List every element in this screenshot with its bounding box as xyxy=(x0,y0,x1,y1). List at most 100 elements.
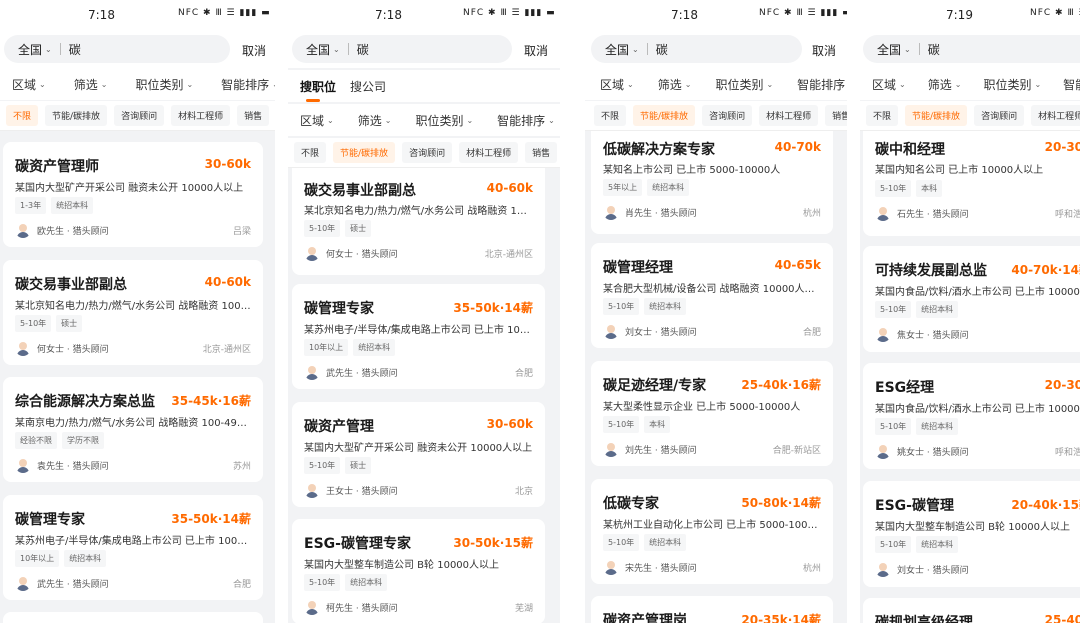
req-tag: 统招本科 xyxy=(647,179,690,196)
chevron-down-icon: ⌄ xyxy=(684,79,692,89)
job-card[interactable]: ESG经理 20-30k 某国内食品/饮料/酒水上市公司 已上市 10000人以… xyxy=(863,363,1080,469)
tag-unlimited[interactable]: 不限 xyxy=(6,105,39,126)
filter-screen[interactable]: 筛选 ⌄ xyxy=(358,112,392,129)
tag-unlimited[interactable]: 不限 xyxy=(594,105,627,126)
job-card[interactable]: 碳资产管理 30-60k 某国内大型矿产开采公司 融资未公开 10000人以上 … xyxy=(292,402,545,507)
company-info: 某南京电力/热力/燃气/水务公司 战略融资 100-499人 xyxy=(15,418,251,429)
req-tag: 5-10年 xyxy=(603,298,640,315)
tag-consultant[interactable]: 咨询顾问 xyxy=(974,105,1025,126)
job-card[interactable] xyxy=(3,612,263,623)
filter-screen[interactable]: 筛选 ⌄ xyxy=(74,76,108,93)
company-info: 某国内大型矿产开采公司 融资未公开 10000人以上 xyxy=(304,443,533,454)
req-tag: 统招本科 xyxy=(644,534,687,551)
filter-sort[interactable]: 智能排序⌄ xyxy=(797,76,847,93)
job-card[interactable]: 碳资产管理岗 20-35k·14薪 xyxy=(591,596,833,623)
filter-sort[interactable]: 智能排序⌄ xyxy=(497,112,555,129)
avatar xyxy=(304,482,320,498)
tag-material[interactable]: 材料工程师 xyxy=(171,105,231,126)
filter-area[interactable]: 区域 ⌄ xyxy=(872,76,906,93)
search-input[interactable]: 全国 ⌄ 碳 xyxy=(591,35,802,63)
job-card[interactable]: 碳交易事业部副总 40-60k 某北京知名电力/热力/燃气/水务公司 战略融资 … xyxy=(292,168,545,275)
search-input[interactable]: 全国 ⌄ 碳 xyxy=(4,35,230,63)
filter-category[interactable]: 职位类别 ⌄ xyxy=(135,76,193,93)
avatar xyxy=(875,205,891,221)
chevron-down-icon: ⌄ xyxy=(1034,79,1042,89)
job-salary: 35-50k·14薪 xyxy=(453,301,533,315)
city-selector[interactable]: 全国 ⌄ xyxy=(877,41,911,58)
job-title: 碳交易事业部副总 xyxy=(304,183,416,199)
job-card[interactable]: 可持续发展副总监 40-70k·14薪 某国内食品/饮料/酒水上市公司 已上市 … xyxy=(863,246,1080,352)
filter-screen[interactable]: 筛选 ⌄ xyxy=(658,76,692,93)
tag-energy[interactable]: 节能/碳排放 xyxy=(633,105,696,126)
tag-consultant[interactable]: 咨询顾问 xyxy=(402,142,453,163)
req-tag: 统招本科 xyxy=(64,550,107,567)
search-input[interactable]: 全国 ⌄ 碳 xyxy=(863,35,1080,63)
chevron-down-icon: ⌄ xyxy=(39,79,46,89)
tag-unlimited[interactable]: 不限 xyxy=(866,105,899,126)
tab-search-companies[interactable]: 搜公司 xyxy=(350,78,386,95)
filter-bar: 区域⌄ 筛选⌄ 职位类别⌄ 智能排序⌄ xyxy=(288,104,560,136)
tag-unlimited[interactable]: 不限 xyxy=(294,142,327,163)
cancel-button[interactable]: 取消 xyxy=(524,42,548,59)
city-selector[interactable]: 全国 ⌄ xyxy=(605,41,639,58)
company-info: 某国内大型矿产开采公司 融资未公开 10000人以上 xyxy=(15,183,244,194)
chevron-down-icon: ⌄ xyxy=(327,115,334,125)
tag-energy[interactable]: 节能/碳排放 xyxy=(45,105,108,126)
tag-material[interactable]: 材料工程师 xyxy=(759,105,819,126)
tag-consultant[interactable]: 咨询顾问 xyxy=(702,105,753,126)
tag-material[interactable]: 材料工程师 xyxy=(459,142,519,163)
filter-category[interactable]: 职位类别 ⌄ xyxy=(715,76,773,93)
job-card[interactable]: 低碳解决方案专家 40-70k 某知名上市公司 已上市 5000-10000人 … xyxy=(591,131,833,234)
job-title: 可持续发展副总监 xyxy=(875,263,987,279)
job-title: 碳管理经理 xyxy=(603,260,673,276)
filter-category[interactable]: 职位类别 ⌄ xyxy=(983,76,1041,93)
search-input[interactable]: 全国 ⌄ 碳 xyxy=(292,35,512,63)
filter-category[interactable]: 职位类别 ⌄ xyxy=(415,112,473,129)
job-title: 低碳解决方案专家 xyxy=(603,142,715,158)
job-card[interactable]: 碳规划高级经理 25-40k xyxy=(863,598,1080,623)
req-tag: 统招本科 xyxy=(51,197,94,214)
job-salary: 40-70k·14薪 xyxy=(1011,263,1080,277)
job-card[interactable]: 低碳专家 50-80k·14薪 某杭州工业自动化上市公司 已上市 5000-10… xyxy=(591,479,833,584)
job-card[interactable]: 碳足迹经理/专家 25-40k·16薪 某大型柔性显示企业 已上市 5000-1… xyxy=(591,361,833,466)
job-title: 碳规划高级经理 xyxy=(875,615,973,623)
job-salary: 30-60k xyxy=(486,417,533,431)
filter-area[interactable]: 区域 ⌄ xyxy=(600,76,634,93)
tag-energy[interactable]: 节能/碳排放 xyxy=(905,105,968,126)
cancel-button[interactable]: 取消 xyxy=(242,42,266,59)
filter-area[interactable]: 区域 ⌄ xyxy=(300,112,334,129)
job-card[interactable]: 碳管理经理 40-65k 某合肥大型机械/设备公司 战略融资 10000人以上 … xyxy=(591,243,833,348)
job-card[interactable]: 碳资产管理师 30-60k 某国内大型矿产开采公司 融资未公开 10000人以上… xyxy=(3,142,263,247)
tab-search-jobs[interactable]: 搜职位 xyxy=(300,78,336,102)
filter-screen[interactable]: 筛选 ⌄ xyxy=(928,76,962,93)
job-title: 碳管理专家 xyxy=(15,512,85,528)
tag-material[interactable]: 材料工程师 xyxy=(1031,105,1080,126)
city-selector[interactable]: 全国 ⌄ xyxy=(306,41,340,58)
job-card[interactable]: ESG-碳管理 20-40k·15薪 某国内大型整车制造公司 B轮 10000人… xyxy=(863,481,1080,587)
job-card[interactable]: 综合能源解决方案总监 35-45k·16薪 某南京电力/热力/燃气/水务公司 战… xyxy=(3,377,263,482)
job-card[interactable]: 碳中和经理 20-30k 某国内知名公司 已上市 10000人以上 5-10年本… xyxy=(863,131,1080,236)
job-location: 呼和浩特 xyxy=(1054,448,1080,458)
job-card[interactable]: 碳管理专家 35-50k·14薪 某苏州电子/半导体/集成电路上市公司 已上市 … xyxy=(3,495,263,600)
recruiter: 刘先生 · 猎头顾问 xyxy=(625,445,697,456)
chevron-down-icon: ⌄ xyxy=(954,79,962,89)
filter-sort[interactable]: 智能排序⌄ xyxy=(221,76,275,93)
tag-sales[interactable]: 销售 xyxy=(825,105,847,126)
recruiter: 袁先生 · 猎头顾问 xyxy=(37,461,109,472)
chevron-down-icon: ⌄ xyxy=(272,80,275,89)
tag-sales[interactable]: 销售 xyxy=(237,105,270,126)
job-card[interactable]: ESG-碳管理专家 30-50k·15薪 某国内大型整车制造公司 B轮 1000… xyxy=(292,519,545,623)
company-info: 某国内食品/饮料/酒水上市公司 已上市 10000人以上 xyxy=(875,404,1080,415)
city-selector[interactable]: 全国 ⌄ xyxy=(18,41,52,58)
tag-consultant[interactable]: 咨询顾问 xyxy=(114,105,165,126)
filter-area[interactable]: 区域 ⌄ xyxy=(12,76,46,93)
tag-energy[interactable]: 节能/碳排放 xyxy=(333,142,396,163)
cancel-button[interactable]: 取消 xyxy=(812,42,836,59)
req-tag: 5-10年 xyxy=(304,220,341,237)
filter-sort[interactable]: 智能排序⌄ xyxy=(1063,76,1080,93)
job-card[interactable]: 碳交易事业部副总 40-60k 某北京知名电力/热力/燃气/水务公司 战略融资 … xyxy=(3,260,263,365)
search-query: 碳 xyxy=(655,42,668,57)
req-tag: 统招本科 xyxy=(644,298,687,315)
tag-sales[interactable]: 销售 xyxy=(525,142,558,163)
job-card[interactable]: 碳管理专家 35-50k·14薪 某苏州电子/半导体/集成电路上市公司 已上市 … xyxy=(292,284,545,389)
